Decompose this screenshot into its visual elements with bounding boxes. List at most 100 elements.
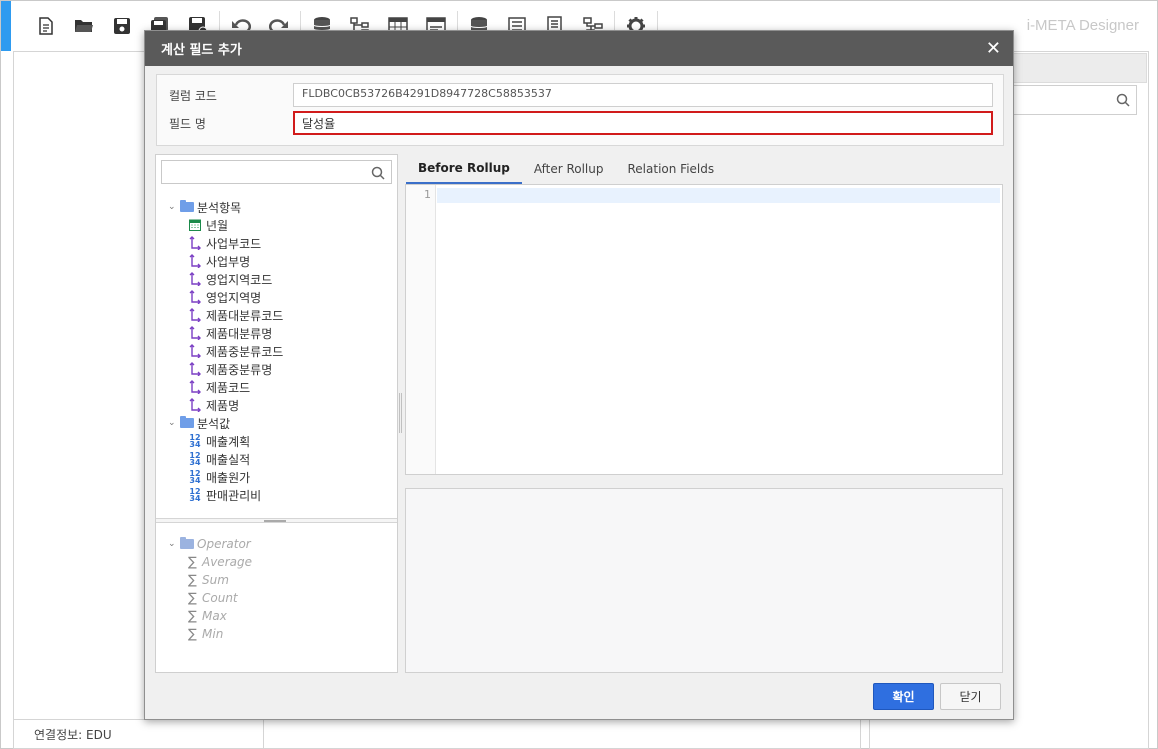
number-icon: 12 34 — [188, 470, 202, 485]
field-name-input[interactable]: 달성율 — [293, 111, 993, 135]
operator-item-label: Min — [202, 627, 224, 641]
operator-item[interactable]: ∑ Min — [166, 625, 252, 643]
operator-item[interactable]: ∑ Max — [166, 607, 252, 625]
tree-item-label: 제품명 — [206, 398, 240, 413]
confirm-button[interactable]: 확인 — [873, 683, 934, 710]
dimension-icon — [188, 398, 202, 412]
window-accent-bar — [1, 1, 11, 51]
field-tree: ⌄ 분석항목년월사업부코드사업부명영업지역코드영업지역명제품대분류코드제품대분류명… — [166, 198, 391, 504]
tab-before-rollup[interactable]: Before Rollup — [406, 154, 522, 184]
number-icon-bottom: 34 — [189, 458, 201, 467]
number-icon: 12 34 — [188, 452, 202, 467]
field-info-box: 컬럼 코드 FLDBC0CB53726B4291D8947728C5885353… — [156, 74, 1004, 146]
column-code-label: 컬럼 코드 — [169, 88, 217, 103]
tree-item-label: 사업부명 — [206, 254, 251, 269]
tree-item[interactable]: 영업지역코드 — [166, 270, 391, 288]
folder-icon — [180, 537, 194, 549]
operator-item[interactable]: ∑ Count — [166, 589, 252, 607]
tree-item-label: 영업지역코드 — [206, 272, 273, 287]
dimension-icon — [188, 380, 202, 394]
sigma-icon: ∑ — [188, 608, 197, 624]
sigma-icon: ∑ — [188, 554, 197, 570]
add-calculated-field-dialog: 계산 필드 추가 ✕ 컬럼 코드 FLDBC0CB53726B4291D8947… — [144, 30, 1014, 720]
operator-item-label: Sum — [202, 573, 229, 587]
tree-item[interactable]: 제품대분류코드 — [166, 306, 391, 324]
number-icon: 12 34 — [188, 488, 202, 503]
operator-item[interactable]: ∑ Average — [166, 553, 252, 571]
tree-item[interactable]: 12 34 매출계획 — [166, 432, 391, 450]
tree-group[interactable]: ⌄ 분석항목 — [166, 198, 391, 216]
dimension-icon — [188, 254, 202, 268]
properties-search-input[interactable] — [1013, 85, 1137, 115]
tree-item[interactable]: 12 34 매출실적 — [166, 450, 391, 468]
tree-item-label: 영업지역명 — [206, 290, 262, 305]
field-name-label: 필드 명 — [169, 116, 206, 131]
tree-item[interactable]: 제품코드 — [166, 378, 391, 396]
panel-vertical-splitter[interactable] — [399, 393, 402, 433]
line-number: 1 — [424, 188, 431, 201]
save-icon[interactable] — [103, 1, 141, 51]
editor-gutter: 1 — [406, 185, 436, 474]
tree-item-label: 매출원가 — [206, 470, 251, 485]
folder-icon — [180, 200, 194, 212]
tree-item[interactable]: 제품명 — [166, 396, 391, 414]
tree-item[interactable]: 12 34 판매관리비 — [166, 486, 391, 504]
tree-group[interactable]: ⌄ 분석값 — [166, 414, 391, 432]
operator-item-label: Average — [202, 555, 252, 569]
tree-item-label: 사업부코드 — [206, 236, 262, 251]
sigma-icon: ∑ — [188, 626, 197, 642]
number-icon-bottom: 34 — [189, 440, 201, 449]
dialog-title: 계산 필드 추가 — [161, 43, 242, 58]
tree-item[interactable]: 제품중분류코드 — [166, 342, 391, 360]
tree-item[interactable]: 제품중분류명 — [166, 360, 391, 378]
dimension-icon — [188, 362, 202, 376]
formula-tabs: Before Rollup After Rollup Relation Fiel… — [406, 154, 726, 184]
tree-item-label: 년월 — [206, 218, 229, 233]
chevron-down-icon[interactable]: ⌄ — [168, 418, 178, 428]
search-icon — [1116, 93, 1130, 110]
tab-relation-fields[interactable]: Relation Fields — [616, 154, 727, 184]
dimension-icon — [188, 236, 202, 250]
formula-editor[interactable]: 1 — [405, 184, 1003, 475]
operator-tree: ⌄ Operator ∑ Average ∑ Sum ∑ Count ∑ Max ∑ Min — [166, 535, 252, 643]
tree-search-input[interactable] — [161, 160, 392, 184]
status-bar: 연결정보: EDU — [13, 719, 861, 749]
dimension-icon — [188, 290, 202, 304]
operator-group[interactable]: ⌄ Operator — [166, 535, 252, 553]
dimension-icon — [188, 308, 202, 322]
chevron-down-icon[interactable]: ⌄ — [168, 202, 178, 212]
tree-item[interactable]: 년월 — [166, 216, 391, 234]
column-code-field[interactable]: FLDBC0CB53726B4291D8947728C58853537 — [293, 83, 993, 107]
tree-item[interactable]: 제품대분류명 — [166, 324, 391, 342]
operator-item-label: Count — [202, 591, 238, 605]
tree-item[interactable]: 사업부코드 — [166, 234, 391, 252]
result-panel — [405, 488, 1003, 673]
folder-icon — [180, 416, 194, 428]
dialog-header: 계산 필드 추가 ✕ — [145, 31, 1013, 66]
operator-item[interactable]: ∑ Sum — [166, 571, 252, 589]
tree-item[interactable]: 사업부명 — [166, 252, 391, 270]
tree-item-label: 제품대분류명 — [206, 326, 273, 341]
tree-item-label: 제품중분류코드 — [206, 344, 284, 359]
close-button[interactable]: 닫기 — [940, 683, 1001, 710]
close-icon[interactable]: ✕ — [986, 39, 1001, 58]
new-icon[interactable] — [27, 1, 65, 51]
current-line-highlight — [437, 188, 1000, 203]
field-tree-panel: ⌄ 분석항목년월사업부코드사업부명영업지역코드영업지역명제품대분류코드제품대분류명… — [155, 154, 398, 673]
chevron-down-icon[interactable]: ⌄ — [168, 539, 178, 549]
tree-item-label: 제품대분류코드 — [206, 308, 284, 323]
tree-item-label: 제품중분류명 — [206, 362, 273, 377]
operator-item-label: Max — [202, 609, 227, 623]
tree-splitter[interactable] — [156, 518, 397, 523]
dimension-icon — [188, 272, 202, 286]
sigma-icon: ∑ — [188, 590, 197, 606]
tree-item[interactable]: 12 34 매출원가 — [166, 468, 391, 486]
tree-item-label: 매출실적 — [206, 452, 251, 467]
open-folder-icon[interactable] — [65, 1, 103, 51]
tab-after-rollup[interactable]: After Rollup — [522, 154, 616, 184]
splitter-grip — [264, 520, 286, 522]
number-icon: 12 34 — [188, 434, 202, 449]
tree-item[interactable]: 영업지역명 — [166, 288, 391, 306]
tree-item-label: 제품코드 — [206, 380, 251, 395]
app-title: i-META Designer — [1026, 17, 1139, 34]
